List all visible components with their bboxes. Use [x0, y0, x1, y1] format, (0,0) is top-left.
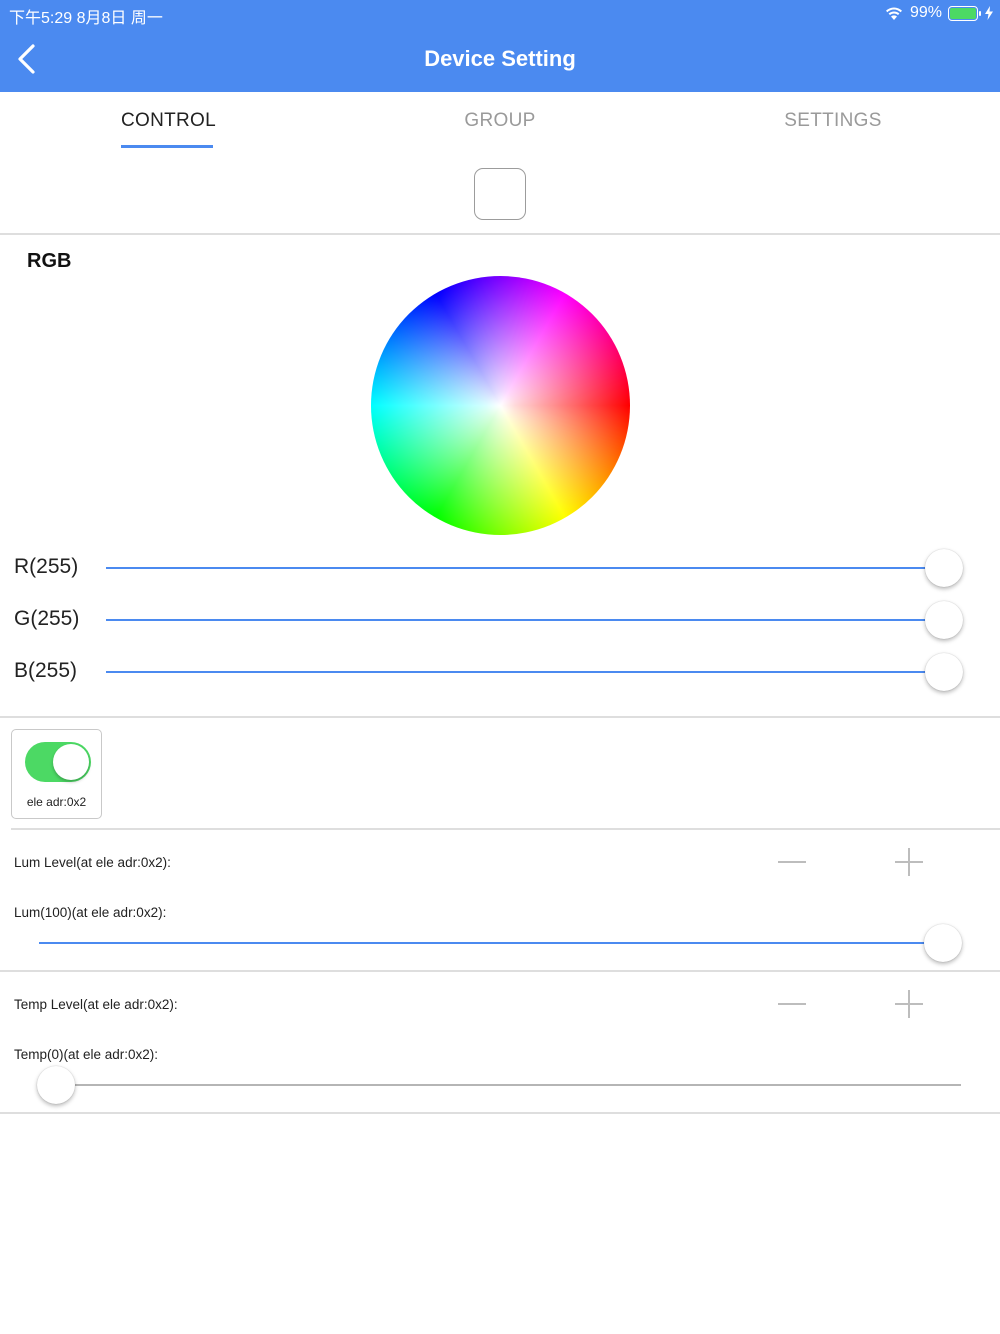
temp-level-label: Temp Level(at ele adr:0x2):: [14, 997, 178, 1012]
blue-slider-thumb[interactable]: [925, 653, 963, 691]
lum-decrease-button[interactable]: [778, 861, 806, 863]
temp-value-label: Temp(0)(at ele adr:0x2):: [14, 1047, 159, 1062]
tab-control[interactable]: CONTROL: [121, 110, 216, 132]
blue-slider-label: B(255): [14, 659, 78, 682]
red-slider-fill: [106, 567, 944, 569]
status-time: 下午5:29 8月8日 周一: [9, 10, 163, 27]
tab-settings[interactable]: SETTINGS: [770, 110, 896, 132]
lum-slider-thumb[interactable]: [924, 924, 962, 962]
page-title: Device Setting: [424, 46, 576, 71]
lum-value-label: Lum(100)(at ele adr:0x2):: [14, 905, 167, 920]
temp-slider-thumb[interactable]: [37, 1066, 75, 1104]
blue-slider-fill: [106, 671, 944, 673]
lum-level-label: Lum Level(at ele adr:0x2):: [14, 855, 171, 870]
active-tab-indicator: [121, 145, 213, 148]
divider: [11, 828, 1000, 830]
green-slider-thumb[interactable]: [925, 601, 963, 639]
wifi-icon: [885, 7, 902, 20]
tab-bar: CONTROL GROUP SETTINGS: [0, 92, 1000, 158]
element-card[interactable]: ele adr:0x2: [11, 729, 102, 819]
element-address-label: ele adr:0x2: [26, 795, 87, 809]
red-slider-label: R(255): [14, 555, 79, 578]
temp-slider-track[interactable]: [39, 1084, 961, 1086]
color-wheel[interactable]: [371, 276, 630, 535]
rgb-section-title: RGB: [27, 250, 72, 272]
battery-percent: 99%: [909, 4, 942, 21]
status-bar: 下午5:29 8月8日 周一 99%: [0, 0, 1000, 28]
nav-bar: Device Setting: [0, 28, 1000, 92]
divider: [0, 716, 1000, 718]
red-slider-thumb[interactable]: [925, 549, 963, 587]
tab-group[interactable]: GROUP: [440, 110, 560, 132]
green-slider-fill: [106, 619, 944, 621]
battery-icon: [948, 5, 981, 21]
divider: [0, 970, 1000, 972]
device-toggle-button[interactable]: [474, 168, 526, 220]
divider: [0, 1112, 1000, 1114]
element-power-toggle[interactable]: [25, 742, 91, 782]
temp-decrease-button[interactable]: [778, 1003, 806, 1005]
status-right: 99%: [884, 4, 994, 22]
divider: [0, 233, 1000, 235]
green-slider-label: G(255): [14, 607, 80, 630]
charging-icon: [985, 6, 993, 20]
lum-slider-fill: [39, 942, 943, 944]
